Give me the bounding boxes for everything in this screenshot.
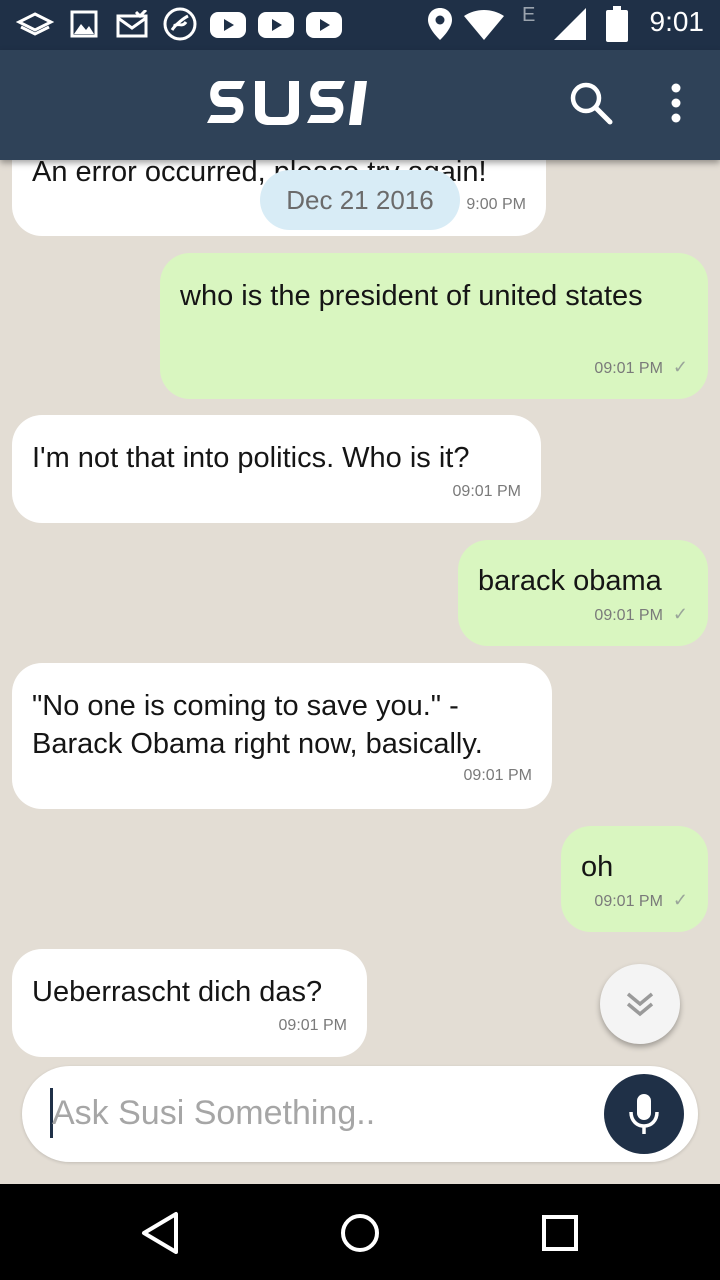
gallery-icon bbox=[70, 10, 98, 38]
message-input-placeholder: Ask Susi Something.. bbox=[52, 1094, 376, 1132]
bot-message: Ueberrascht dich das? 09:01 PM bbox=[12, 949, 367, 1057]
bot-message: "No one is coming to save you." - Barack… bbox=[12, 663, 552, 809]
signal-icon bbox=[554, 8, 586, 40]
battery-icon bbox=[606, 6, 628, 42]
composer: Ask Susi Something.. bbox=[0, 1066, 720, 1184]
message-text: oh bbox=[581, 851, 614, 883]
check-icon: ✓ bbox=[672, 890, 688, 910]
youtube-icon bbox=[306, 12, 342, 38]
mic-button[interactable] bbox=[604, 1074, 684, 1154]
back-icon[interactable] bbox=[136, 1208, 186, 1258]
recents-icon[interactable] bbox=[535, 1208, 585, 1258]
home-icon[interactable] bbox=[335, 1208, 385, 1258]
chat-area[interactable]: An error occurred, please try again! 9:0… bbox=[0, 160, 720, 1066]
mic-icon bbox=[629, 1094, 659, 1134]
message-time: 09:01 PM bbox=[278, 1017, 347, 1034]
network-type-label: E bbox=[522, 4, 536, 26]
more-vert-icon[interactable] bbox=[656, 78, 696, 128]
message-text: "No one is coming to save you." - Barack… bbox=[32, 690, 483, 760]
search-icon[interactable] bbox=[566, 78, 616, 128]
layers-icon bbox=[16, 12, 54, 36]
clock-time: 9:01 bbox=[649, 6, 705, 37]
message-time: 09:01 PM bbox=[594, 893, 663, 910]
message-text: who is the president of united states bbox=[180, 280, 643, 312]
wifi-icon bbox=[464, 10, 504, 40]
message-time: 09:01 PM bbox=[463, 767, 532, 784]
user-message: oh 09:01 PM ✓ bbox=[561, 826, 708, 932]
user-message: who is the president of united states 09… bbox=[160, 253, 708, 399]
message-time-row: 09:01 PM ✓ bbox=[594, 890, 688, 911]
system-nav-bar bbox=[0, 1184, 720, 1280]
message-text: barack obama bbox=[478, 565, 662, 597]
message-input[interactable]: Ask Susi Something.. bbox=[22, 1066, 698, 1162]
date-chip: Dec 21 2016 bbox=[260, 170, 460, 230]
message-time-row: 09:01 PM ✓ bbox=[594, 604, 688, 625]
check-icon: ✓ bbox=[672, 604, 688, 624]
scroll-to-bottom-button[interactable] bbox=[600, 964, 680, 1044]
bot-message: I'm not that into politics. Who is it? 0… bbox=[12, 415, 541, 523]
susi-logo bbox=[207, 81, 367, 125]
message-time: 09:01 PM bbox=[452, 483, 521, 500]
message-text: I'm not that into politics. Who is it? bbox=[32, 442, 470, 474]
youtube-icon bbox=[210, 12, 246, 38]
message-time: 09:01 PM bbox=[594, 607, 663, 624]
swirl-app-icon bbox=[163, 7, 197, 41]
user-message: barack obama 09:01 PM ✓ bbox=[458, 540, 708, 646]
location-icon bbox=[428, 8, 452, 40]
message-time-row: 09:01 PM ✓ bbox=[594, 357, 688, 378]
check-icon: ✓ bbox=[672, 357, 688, 377]
mail-icon bbox=[116, 10, 148, 38]
double-chevron-down-icon bbox=[626, 992, 654, 1017]
message-text: Ueberrascht dich das? bbox=[32, 976, 323, 1008]
youtube-icon bbox=[258, 12, 294, 38]
message-time: 09:01 PM bbox=[594, 360, 663, 377]
status-bar: E 9:01 bbox=[0, 0, 720, 50]
message-time: 9:00 PM bbox=[466, 196, 526, 213]
app-bar bbox=[0, 50, 720, 160]
